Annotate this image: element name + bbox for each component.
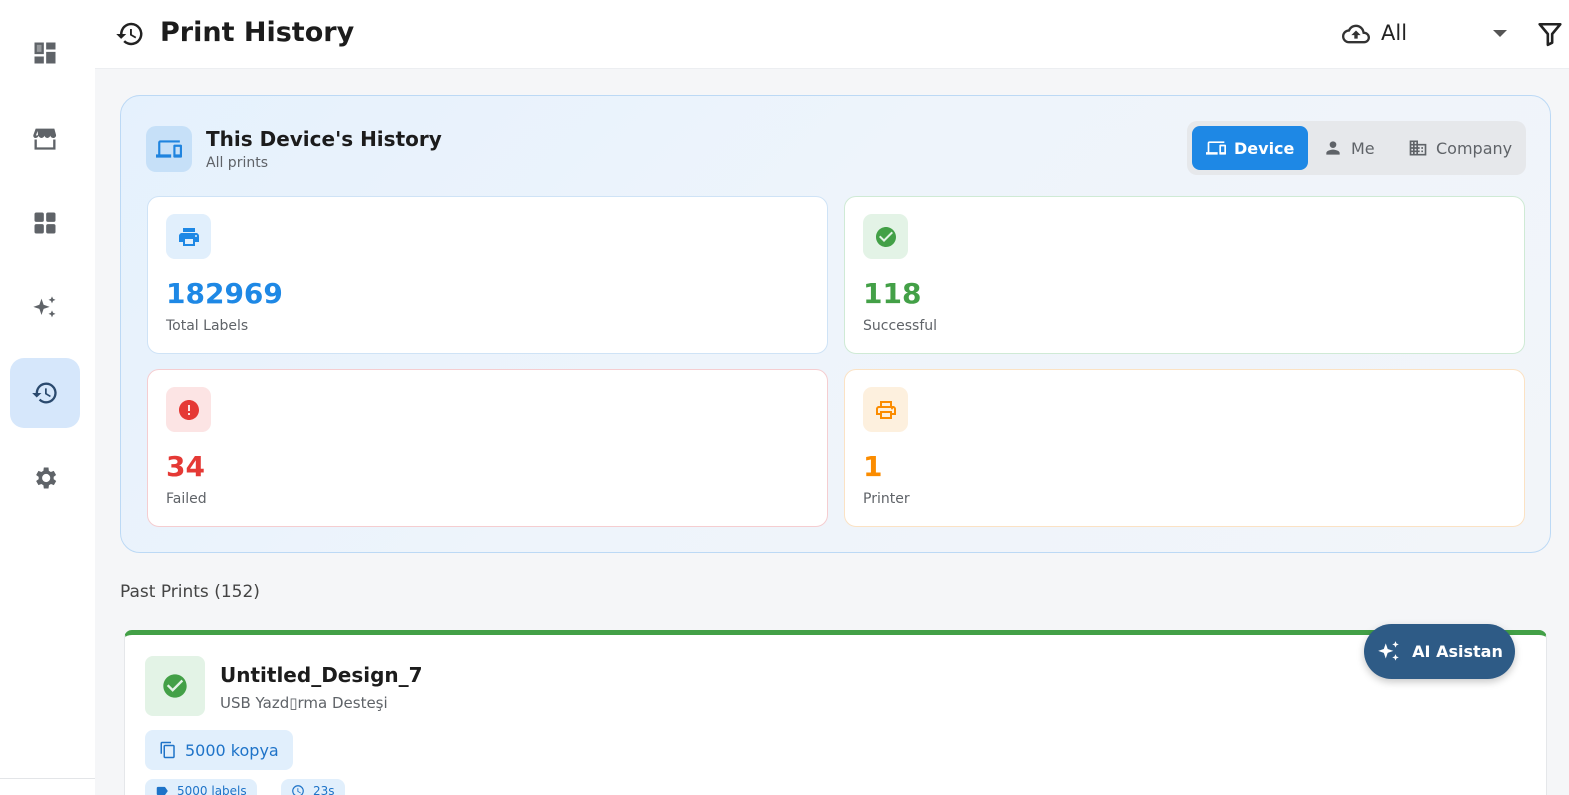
building-icon: [1409, 140, 1427, 156]
stat-card-printer: 1 Printer: [844, 369, 1525, 527]
copies-chip: 5000 kopya: [145, 730, 293, 770]
filter-icon[interactable]: [1537, 20, 1563, 48]
error-icon: [166, 387, 211, 432]
sparkles-icon: [33, 296, 56, 318]
devices-icon: [1206, 141, 1226, 155]
tab-label: Device: [1234, 138, 1295, 158]
stat-card-failed: 34 Failed: [147, 369, 828, 527]
stat-label: Printer: [863, 491, 910, 507]
copies-count: 5000 kopya: [185, 740, 279, 760]
history-icon: [32, 382, 57, 404]
grid-icon: [34, 212, 56, 234]
person-icon: [1326, 141, 1340, 155]
printer-name: USB Yazd▯rma Desteşi: [220, 694, 388, 712]
ai-assistant-button[interactable]: AI Asistan: [1364, 624, 1515, 679]
sparkles-icon: [1378, 640, 1399, 661]
printer-icon: [166, 214, 211, 259]
sidebar-item-store[interactable]: [10, 103, 80, 173]
device-history-panel: This Device's History All prints Device …: [120, 95, 1551, 553]
history-icon: [115, 19, 145, 49]
printer-outline-icon: [863, 387, 908, 432]
sidebar-item-apps[interactable]: [10, 188, 80, 258]
sidebar-item-ai[interactable]: [10, 273, 80, 343]
design-name: Untitled_Design_7: [220, 663, 423, 687]
sidebar-divider: [0, 778, 95, 779]
stat-value: 1: [863, 450, 883, 483]
stat-label: Failed: [166, 491, 207, 507]
source-filter-select[interactable]: All: [1381, 21, 1407, 45]
section-title: This Device's History: [206, 127, 442, 151]
top-bar: Print History All: [95, 0, 1569, 69]
chevron-down-icon[interactable]: [1493, 30, 1507, 37]
check-circle-icon: [145, 656, 205, 716]
stat-value: 34: [166, 450, 205, 483]
copy-icon: [160, 741, 175, 759]
labels-chip: 5000 labels: [145, 779, 257, 795]
dashboard-icon: [34, 42, 56, 64]
sidebar-item-dashboard[interactable]: [10, 18, 80, 88]
gear-icon: [36, 467, 57, 489]
past-prints-heading: Past Prints (152): [120, 582, 260, 602]
tab-company[interactable]: Company: [1394, 126, 1526, 170]
clock-icon: [292, 785, 304, 795]
scope-toggle: Device Me Company: [1187, 121, 1526, 175]
cloud-upload-icon[interactable]: [1340, 20, 1372, 48]
sidebar: [0, 0, 95, 795]
tab-me[interactable]: Me: [1309, 126, 1389, 170]
section-subtitle: All prints: [206, 155, 268, 171]
stat-label: Total Labels: [166, 318, 249, 334]
label-icon: [156, 786, 168, 795]
duration-chip: 23s: [281, 779, 345, 795]
duration-value: 23s: [313, 784, 335, 795]
tab-label: Company: [1436, 138, 1513, 158]
stat-value: 182969: [166, 277, 283, 310]
stat-label: Successful: [863, 318, 938, 334]
tab-device[interactable]: Device: [1192, 126, 1309, 170]
sidebar-item-settings[interactable]: [10, 443, 80, 513]
store-icon: [33, 128, 57, 150]
devices-icon: [146, 126, 192, 172]
check-circle-icon: [863, 214, 908, 259]
ai-assistant-label: AI Asistan: [1412, 642, 1503, 661]
stat-card-total-labels: 182969 Total Labels: [147, 196, 828, 354]
stat-value: 118: [863, 277, 922, 310]
stat-card-successful: 118 Successful: [844, 196, 1525, 354]
print-history-item[interactable]: Untitled_Design_7 USB Yazd▯rma Desteşi 5…: [124, 630, 1547, 795]
labels-count: 5000 labels: [177, 784, 247, 795]
page-title: Print History: [160, 17, 355, 48]
tab-label: Me: [1351, 138, 1375, 158]
sidebar-item-history[interactable]: [10, 358, 80, 428]
